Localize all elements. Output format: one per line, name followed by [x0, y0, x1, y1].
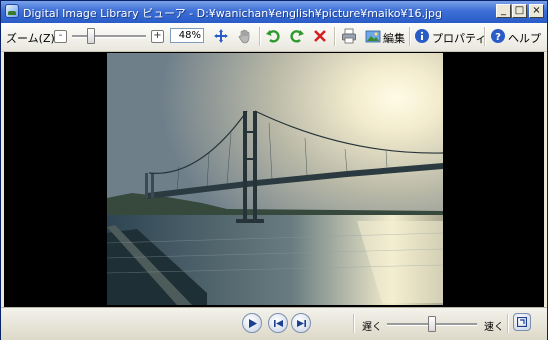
- delete-icon[interactable]: [312, 28, 328, 44]
- slow-label: 遅く: [362, 322, 382, 333]
- minimize-button[interactable]: _: [496, 4, 511, 18]
- maximize-button[interactable]: □: [512, 4, 527, 18]
- title-bar[interactable]: Digital Image Library ビューア - D:¥wanichan…: [1, 1, 547, 23]
- slideshow-controls: 遅く 速く: [1, 307, 547, 340]
- image-canvas[interactable]: [4, 52, 544, 307]
- previous-button[interactable]: [268, 313, 288, 333]
- toolbar-separator: [484, 27, 486, 46]
- previous-icon: [274, 320, 283, 327]
- fullscreen-button[interactable]: [513, 313, 531, 331]
- next-button[interactable]: [291, 313, 311, 333]
- properties-icon[interactable]: [414, 28, 430, 44]
- close-button[interactable]: ×: [529, 4, 544, 18]
- toolbar-separator: [259, 27, 261, 46]
- zoom-percent-field[interactable]: 48%: [170, 28, 204, 43]
- print-icon[interactable]: [341, 28, 357, 44]
- rotate-left-icon[interactable]: [265, 28, 281, 44]
- play-icon: [249, 319, 257, 328]
- toolbar-separator: [409, 27, 411, 46]
- help-icon[interactable]: ?: [490, 28, 506, 44]
- viewer-window: Digital Image Library ビューア - D:¥wanichan…: [0, 0, 548, 340]
- edit-icon[interactable]: [365, 28, 381, 44]
- photo-bridge-at-sunset: [107, 53, 443, 305]
- fullscreen-icon: [517, 317, 527, 327]
- controls-separator: [353, 314, 355, 333]
- zoom-out-button[interactable]: -: [54, 30, 67, 43]
- rotate-right-icon[interactable]: [289, 28, 305, 44]
- pan-hand-icon[interactable]: [237, 28, 253, 44]
- zoom-slider-thumb[interactable]: [86, 28, 95, 44]
- play-button[interactable]: [242, 313, 262, 333]
- zoom-in-button[interactable]: +: [151, 30, 164, 43]
- fast-label: 速く: [484, 322, 504, 333]
- toolbar-separator: [334, 27, 336, 46]
- zoom-slider[interactable]: [72, 35, 146, 38]
- controls-separator: [507, 314, 509, 333]
- properties-label[interactable]: プロパティ: [432, 30, 486, 46]
- speed-slider-thumb[interactable]: [428, 316, 436, 332]
- help-label[interactable]: ヘルプ: [508, 30, 541, 46]
- edit-label[interactable]: 編集: [383, 30, 405, 46]
- next-icon: [297, 320, 306, 327]
- zoom-label: ズーム(Z): [6, 32, 55, 45]
- app-icon: [5, 4, 19, 18]
- svg-text:?: ?: [495, 32, 501, 43]
- move-icon[interactable]: [213, 28, 229, 44]
- window-title: Digital Image Library ビューア - D:¥wanichan…: [23, 7, 442, 20]
- toolbar: ズーム(Z) - + 48% 編集 プロパティ ? ヘルプ: [1, 23, 547, 52]
